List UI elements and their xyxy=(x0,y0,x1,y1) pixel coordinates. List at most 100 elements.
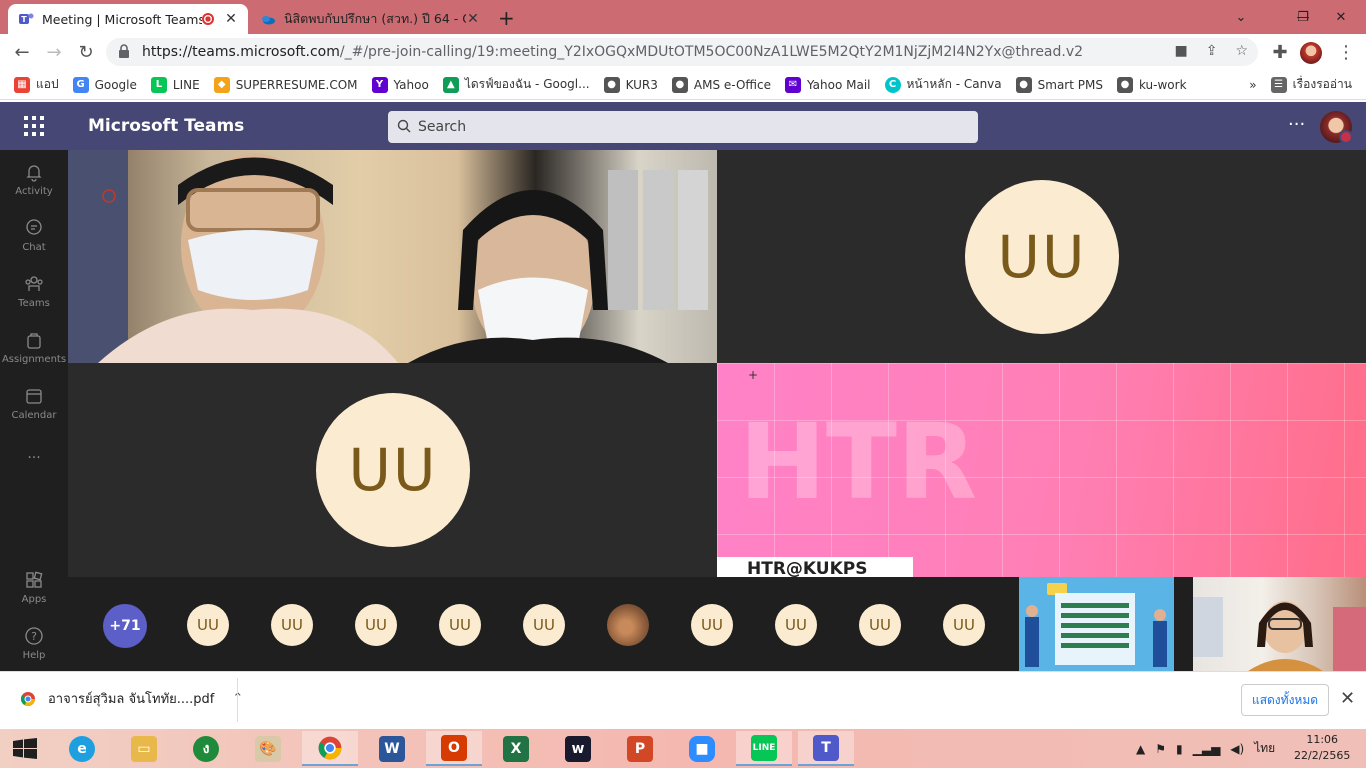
show-all-downloads-button[interactable]: แสดงทั้งหมด xyxy=(1241,684,1329,716)
taskbar-line[interactable]: LINE xyxy=(736,731,792,766)
tab-search-icon[interactable]: ⌄ xyxy=(1218,0,1264,34)
download-item[interactable]: อาจารย์สุวิมล จันโททัย....pdf ⌃ xyxy=(20,688,243,709)
video-tile-camera[interactable] xyxy=(68,150,717,363)
bookmark-google[interactable]: G Google xyxy=(72,76,137,93)
network-warning-icon[interactable]: ⚑ xyxy=(1155,742,1166,756)
bookmarks-overflow-button[interactable]: » xyxy=(1249,78,1256,92)
reading-list-button[interactable]: ☰ เรื่องรออ่าน xyxy=(1270,75,1352,94)
rail-assignments[interactable]: Assignments xyxy=(0,330,68,365)
rail-apps[interactable]: Apps xyxy=(0,570,68,605)
app-title: Microsoft Teams xyxy=(88,116,245,136)
taskbar-chrome[interactable] xyxy=(302,731,358,766)
more-options-button[interactable]: ··· xyxy=(1288,114,1305,135)
profile-avatar[interactable] xyxy=(1300,42,1322,64)
bookmark-ams-eoffice[interactable]: ● AMS e-Office xyxy=(671,76,771,93)
download-shelf: อาจารย์สุวิมล จันโททัย....pdf ⌃ แสดงทั้ง… xyxy=(0,671,1366,729)
bookmark-star-icon[interactable]: ☆ xyxy=(1235,43,1248,59)
close-window-button[interactable]: ✕ xyxy=(1318,0,1364,34)
clock-date: 22/2/2565 xyxy=(1294,749,1351,762)
bell-icon xyxy=(26,165,42,182)
yahoo-icon: Y xyxy=(371,76,388,93)
system-tray: ▲ ⚑ ▮ ▁▃▅ ◀) ไทย xyxy=(1136,739,1275,758)
participant-avatar[interactable]: UU xyxy=(523,604,565,646)
rail-help[interactable]: ? Help xyxy=(0,626,68,661)
taskbar-office[interactable]: O xyxy=(426,731,482,766)
bookmark-superresume[interactable]: ◆ SUPERRESUME.COM xyxy=(213,76,358,93)
participant-avatar[interactable]: UU xyxy=(691,604,733,646)
participant-avatar[interactable]: UU xyxy=(355,604,397,646)
participant-avatar[interactable]: UU xyxy=(775,604,817,646)
rail-chat[interactable]: Chat xyxy=(0,218,68,253)
taskbar-powerpoint[interactable]: P xyxy=(612,731,668,766)
participant-avatar[interactable]: UU xyxy=(187,604,229,646)
browser-menu-icon[interactable]: ⋮ xyxy=(1334,40,1358,64)
bookmark-canva[interactable]: C หน้าหลัก - Canva xyxy=(884,75,1002,94)
participant-photo-avatar[interactable] xyxy=(607,604,649,646)
taskbar-teams[interactable]: T xyxy=(798,731,854,766)
bookmark-smart-pms[interactable]: ● Smart PMS xyxy=(1015,76,1103,93)
taskbar-paint[interactable]: 🎨 xyxy=(240,731,296,766)
video-tile-shared-background[interactable]: HTR + HTR@KUKPS xyxy=(717,363,1366,577)
reload-button[interactable]: ↻ xyxy=(74,40,98,64)
back-button[interactable]: ← xyxy=(10,40,34,64)
paint-palette-icon: 🎨 xyxy=(255,735,281,762)
bookmark-kur3[interactable]: ● KUR3 xyxy=(603,76,658,93)
system-clock[interactable]: 11:06 22/2/2565 xyxy=(1294,732,1350,764)
taskbar-excel[interactable]: X xyxy=(488,731,544,766)
participant-avatar[interactable]: UU xyxy=(859,604,901,646)
participant-avatar[interactable]: UU xyxy=(439,604,481,646)
more-participants-badge[interactable]: +71 xyxy=(103,604,147,648)
user-avatar[interactable] xyxy=(1320,111,1353,144)
taskbar-file-explorer[interactable]: ▭ xyxy=(116,731,172,766)
bookmark-apps[interactable]: ▦ แอป xyxy=(14,75,59,94)
battery-icon[interactable]: ▮ xyxy=(1176,742,1183,756)
rail-more-apps[interactable]: ··· xyxy=(0,450,68,466)
search-input[interactable]: Search xyxy=(388,111,978,143)
taskbar-app-green[interactable]: ง xyxy=(178,731,234,766)
input-language[interactable]: ไทย xyxy=(1254,739,1275,758)
new-tab-button[interactable]: + xyxy=(498,6,515,30)
rail-teams[interactable]: Teams xyxy=(0,274,68,309)
self-video-preview[interactable] xyxy=(1193,577,1366,671)
rail-activity[interactable]: Activity xyxy=(0,162,68,197)
windows-start-icon[interactable] xyxy=(12,738,38,760)
app-launcher-icon[interactable] xyxy=(24,116,44,136)
camera-icon[interactable]: ■ xyxy=(1174,43,1187,59)
show-hidden-icons-icon[interactable]: ▲ xyxy=(1136,742,1145,756)
volume-icon[interactable]: ◀) xyxy=(1230,742,1244,756)
zoom-icon: ■ xyxy=(689,735,715,762)
bookmark-yahoo[interactable]: Y Yahoo xyxy=(371,76,429,93)
share-icon[interactable]: ⇪ xyxy=(1206,43,1218,59)
lock-icon xyxy=(119,44,129,58)
rail-calendar[interactable]: Calendar xyxy=(0,386,68,421)
bookmark-yahoo-mail[interactable]: ✉ Yahoo Mail xyxy=(784,76,871,93)
signal-icon[interactable]: ▁▃▅ xyxy=(1193,742,1221,756)
shared-content-thumbnail[interactable] xyxy=(1019,577,1174,671)
participant-strip: +71 UU UU UU UU UU UU UU UU UU xyxy=(68,577,1366,671)
address-toolbar: ← → ↻ https://teams.microsoft.com/_#/pre… xyxy=(0,34,1366,70)
extensions-icon[interactable]: ✚ xyxy=(1268,40,1292,64)
close-download-shelf-icon[interactable]: ✕ xyxy=(1340,688,1355,709)
taskbar-word[interactable]: W xyxy=(364,731,420,766)
teams-icon: T xyxy=(813,734,839,761)
bookmark-ku-work[interactable]: ● ku-work xyxy=(1116,76,1187,93)
taskbar-internet-explorer[interactable]: e xyxy=(54,731,110,766)
close-tab-icon[interactable]: ✕ xyxy=(224,11,238,27)
tab-onedrive[interactable]: นิสิตพบกับปรึกษา (สวท.) ปี 64 - OneD ✕ xyxy=(250,4,490,34)
video-tile-participant[interactable]: UU xyxy=(717,150,1366,363)
bookmark-google-drive[interactable]: ▲ ไดรฟ์ของฉัน - Googl... xyxy=(442,75,590,94)
restore-button[interactable]: ❐ xyxy=(1290,0,1316,34)
chrome-file-icon xyxy=(20,691,35,706)
background-logo-text: HTR xyxy=(739,401,978,523)
video-tile-participant[interactable]: UU xyxy=(68,363,717,577)
self-video-feed xyxy=(1193,597,1366,671)
tab-teams-meeting[interactable]: T Meeting | Microsoft Teams ✕ xyxy=(8,4,248,34)
bookmark-line[interactable]: L LINE xyxy=(150,76,200,93)
participant-avatar[interactable]: UU xyxy=(271,604,313,646)
participant-avatar[interactable]: UU xyxy=(943,604,985,646)
close-tab-icon[interactable]: ✕ xyxy=(466,11,480,27)
taskbar-app-w[interactable]: w xyxy=(550,731,606,766)
address-bar[interactable]: https://teams.microsoft.com/_#/pre-join-… xyxy=(106,38,1258,66)
taskbar-zoom[interactable]: ■ xyxy=(674,731,730,766)
forward-button[interactable]: → xyxy=(42,40,66,64)
